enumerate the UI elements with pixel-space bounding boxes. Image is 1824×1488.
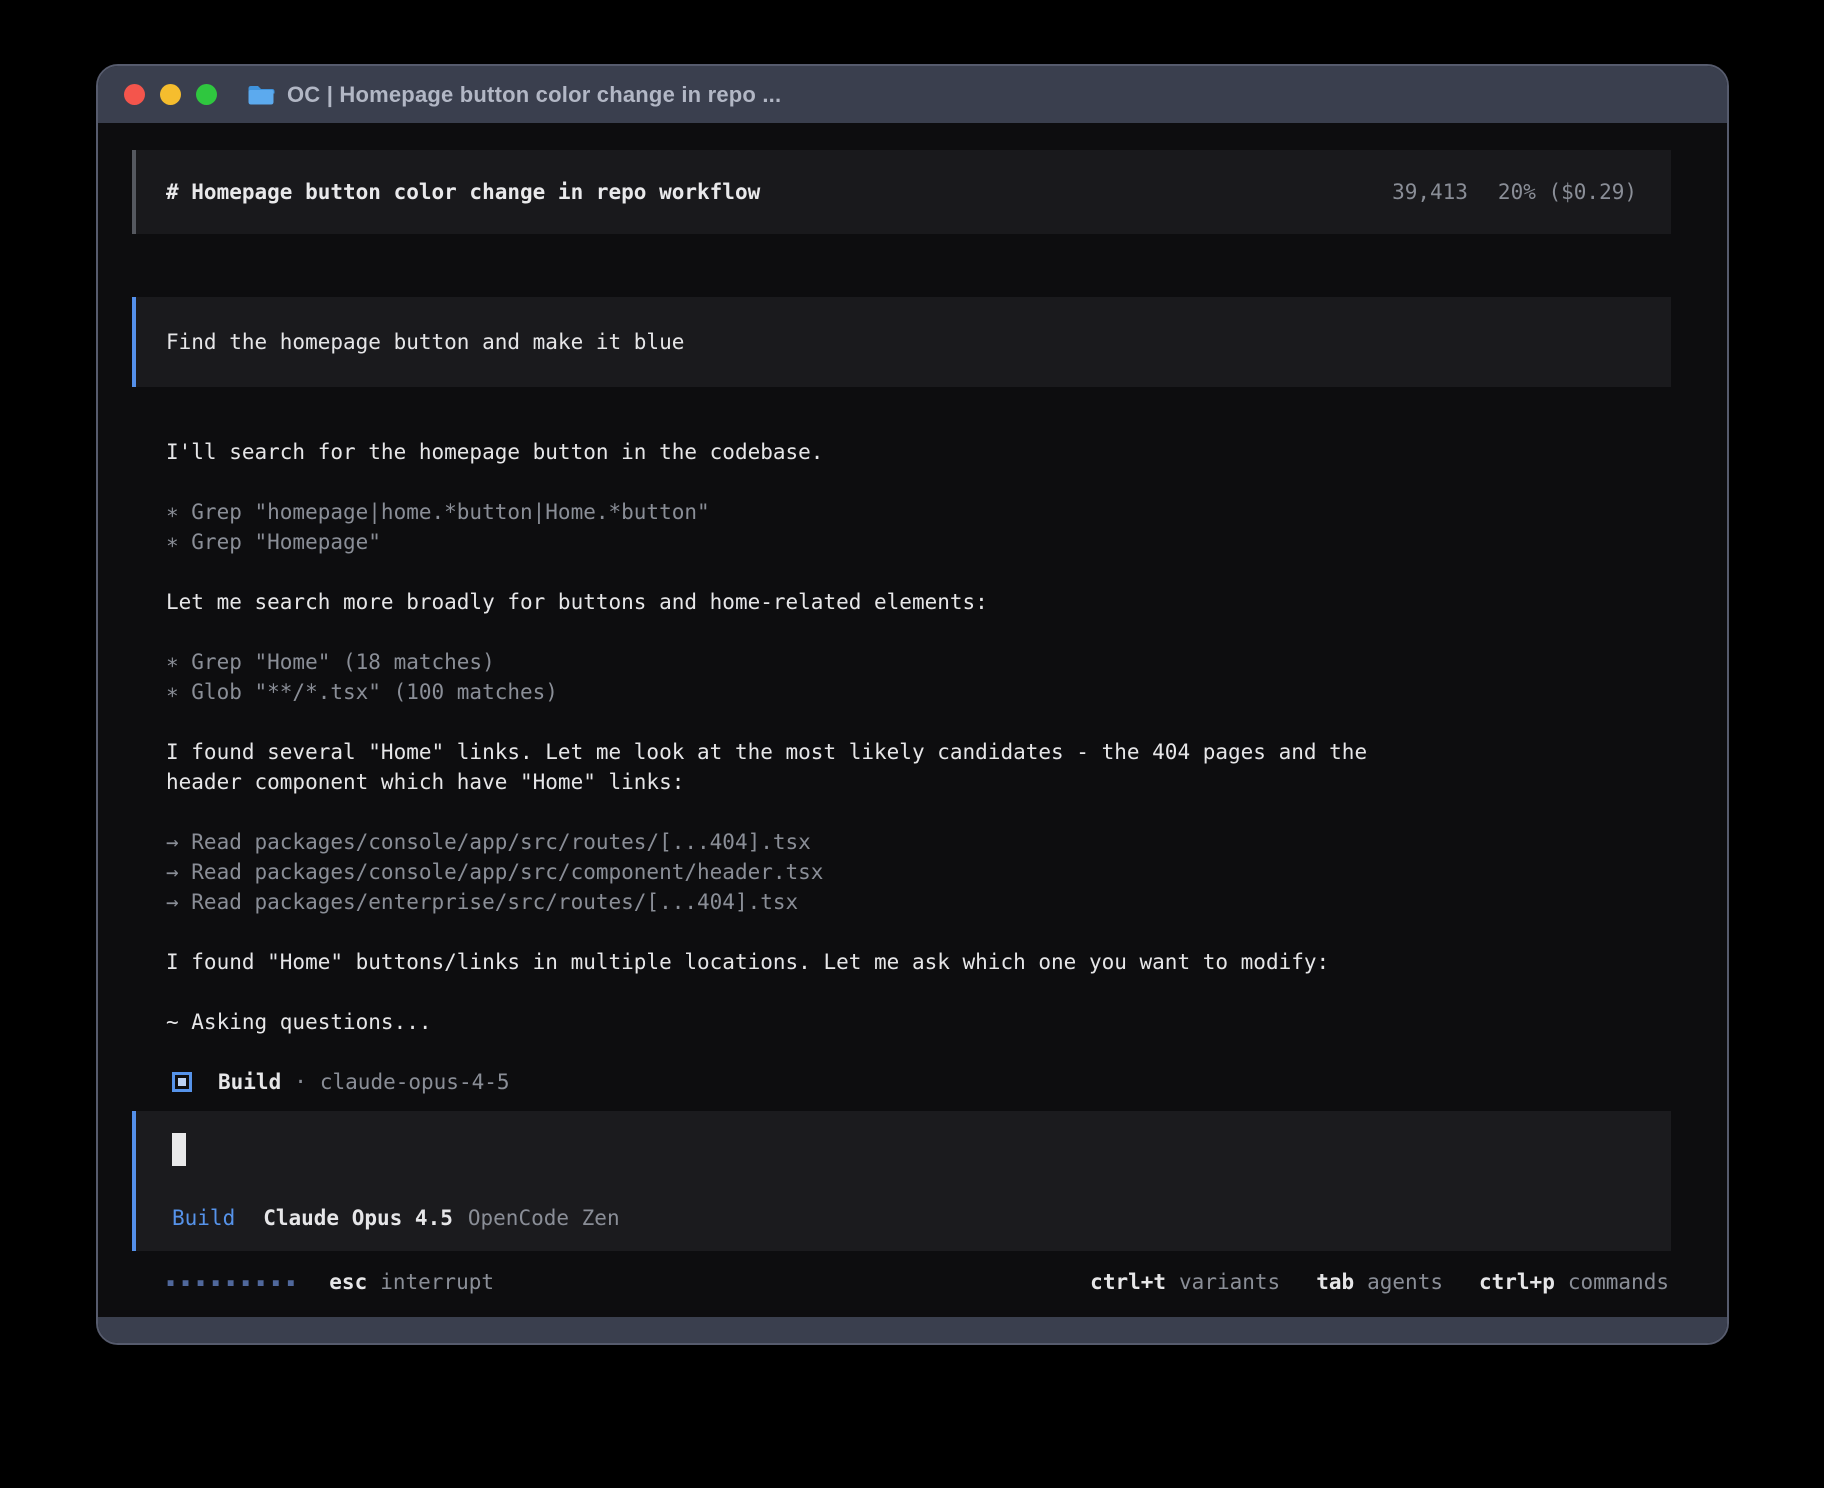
key-ctrl-t: ctrl+t bbox=[1090, 1267, 1166, 1297]
tool-call-read: → Read packages/console/app/src/componen… bbox=[132, 857, 1671, 887]
key-ctrl-p: ctrl+p bbox=[1479, 1267, 1555, 1297]
close-window-button[interactable] bbox=[124, 84, 145, 105]
assistant-message-line: Let me search more broadly for buttons a… bbox=[132, 587, 1671, 617]
folder-icon bbox=[247, 84, 275, 106]
terminal-content: # Homepage button color change in repo w… bbox=[98, 123, 1727, 1317]
key-tab: tab bbox=[1316, 1267, 1354, 1297]
separator-dot: · bbox=[294, 1067, 307, 1097]
assistant-message-line: I found "Home" buttons/links in multiple… bbox=[132, 947, 1671, 977]
assistant-message-line: I found several "Home" links. Let me loo… bbox=[132, 737, 1671, 767]
hint-interrupt: esc interrupt bbox=[329, 1267, 494, 1297]
hint-variants: ctrl+t variants bbox=[1090, 1267, 1280, 1297]
label-interrupt: interrupt bbox=[380, 1267, 494, 1297]
assistant-message-line: I'll search for the homepage button in t… bbox=[132, 437, 1671, 467]
tool-call-grep: ∗ Grep "Homepage" bbox=[132, 527, 1671, 557]
session-stats: 39,413 20% ($0.29) bbox=[1392, 177, 1637, 207]
window-bottom-chrome bbox=[98, 1317, 1727, 1343]
assistant-transcript: I'll search for the homepage button in t… bbox=[132, 437, 1671, 1037]
agent-mode-label[interactable]: Build bbox=[172, 1203, 235, 1233]
window-titlebar[interactable]: OC | Homepage button color change in rep… bbox=[98, 66, 1727, 123]
agent-status-line: Build · claude-opus-4-5 bbox=[132, 1067, 1671, 1097]
status-bar-left: ▪▪▪▪▪▪▪▪▪ esc interrupt bbox=[166, 1267, 494, 1297]
input-meta-bar: Build Claude Opus 4.5 OpenCode Zen bbox=[172, 1203, 1637, 1233]
status-bar-right: ctrl+t variants tab agents ctrl+p comman… bbox=[1090, 1267, 1669, 1297]
build-badge-icon bbox=[172, 1072, 192, 1092]
model-label[interactable]: Claude Opus 4.5 bbox=[263, 1203, 453, 1233]
tool-call-read: → Read packages/enterprise/src/routes/[.… bbox=[132, 887, 1671, 917]
model-id: claude-opus-4-5 bbox=[320, 1067, 510, 1097]
hint-commands: ctrl+p commands bbox=[1479, 1267, 1669, 1297]
tool-call-read: → Read packages/console/app/src/routes/[… bbox=[132, 827, 1671, 857]
user-message: Find the homepage button and make it blu… bbox=[132, 297, 1671, 387]
tool-call-glob: ∗ Glob "**/*.tsx" (100 matches) bbox=[132, 677, 1671, 707]
agent-name: Build bbox=[218, 1067, 281, 1097]
prompt-input[interactable]: Build Claude Opus 4.5 OpenCode Zen bbox=[132, 1111, 1671, 1251]
text-cursor bbox=[172, 1133, 186, 1166]
progress-dots-icon: ▪▪▪▪▪▪▪▪▪ bbox=[166, 1267, 301, 1297]
asking-questions-status: ~ Asking questions... bbox=[132, 1007, 1671, 1037]
window-title: OC | Homepage button color change in rep… bbox=[287, 82, 781, 108]
session-title: # Homepage button color change in repo w… bbox=[166, 177, 760, 207]
traffic-lights bbox=[124, 84, 217, 105]
provider-label: OpenCode Zen bbox=[468, 1203, 620, 1233]
assistant-message-line: header component which have "Home" links… bbox=[132, 767, 1671, 797]
key-esc: esc bbox=[329, 1267, 367, 1297]
label-commands: commands bbox=[1568, 1267, 1669, 1297]
hint-agents: tab agents bbox=[1316, 1267, 1443, 1297]
zoom-window-button[interactable] bbox=[196, 84, 217, 105]
terminal-window: OC | Homepage button color change in rep… bbox=[96, 64, 1729, 1345]
session-header: # Homepage button color change in repo w… bbox=[132, 150, 1671, 234]
tool-call-grep: ∗ Grep "homepage|home.*button|Home.*butt… bbox=[132, 497, 1671, 527]
context-cost: 20% ($0.29) bbox=[1498, 177, 1637, 207]
minimize-window-button[interactable] bbox=[160, 84, 181, 105]
status-bar: ▪▪▪▪▪▪▪▪▪ esc interrupt ctrl+t variants … bbox=[132, 1267, 1671, 1297]
token-count: 39,413 bbox=[1392, 177, 1468, 207]
tool-call-grep: ∗ Grep "Home" (18 matches) bbox=[132, 647, 1671, 677]
label-agents: agents bbox=[1367, 1267, 1443, 1297]
user-message-text: Find the homepage button and make it blu… bbox=[166, 327, 684, 357]
label-variants: variants bbox=[1179, 1267, 1280, 1297]
